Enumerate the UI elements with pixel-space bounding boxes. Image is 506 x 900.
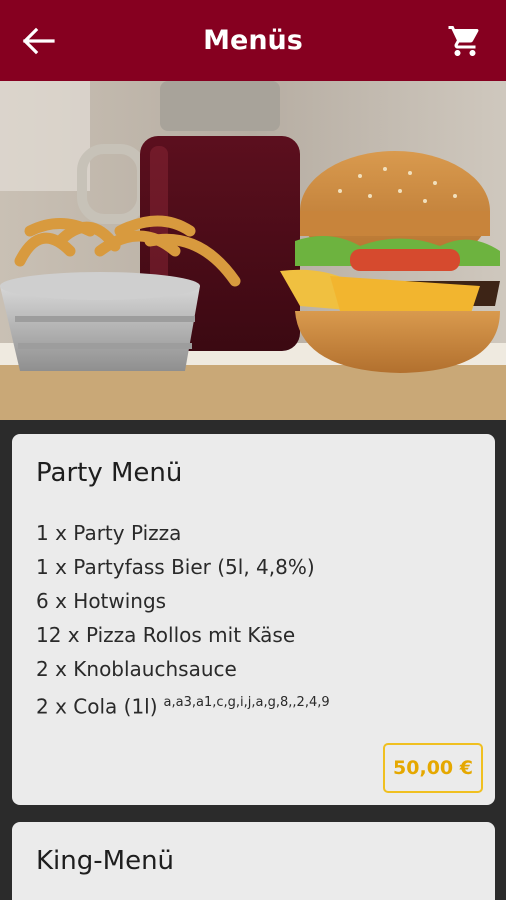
hero-image [0,81,506,420]
menu-items-list: 1 x Party Pizza 1 x Partyfass Bier (5l, … [36,516,330,720]
allergen-codes: a,a3,a1,c,g,i,j,a,g,8,,2,4,9 [163,695,330,710]
app-bar: Menüs [0,0,506,81]
price-button[interactable]: 50,00 € [383,743,483,793]
page-title: Menüs [203,25,303,56]
menu-item-text: 2 x Cola (1l) [36,694,158,719]
shopping-cart-icon [448,26,479,56]
menu-name: King-Menü [36,846,175,876]
back-button[interactable] [18,22,58,60]
menu-item: 2 x Cola (1l) a,a3,a1,c,g,i,j,a,g,8,,2,4,… [36,686,330,720]
burger-fries-drink-photo [0,81,506,420]
arrow-left-icon [22,27,55,55]
menu-list: Party Menü 1 x Party Pizza 1 x Partyfass… [0,420,506,900]
menu-item-text: 12 x Pizza Rollos mit Käse [36,623,296,647]
menu-item-text: 6 x Hotwings [36,589,167,613]
menu-item-text: 2 x Knoblauchsauce [36,657,237,681]
menu-item: 1 x Partyfass Bier (5l, 4,8%) [36,550,330,584]
menu-name: Party Menü [36,458,183,488]
menu-item: 12 x Pizza Rollos mit Käse [36,618,330,652]
menu-item: 2 x Knoblauchsauce [36,652,330,686]
menu-item-text: 1 x Party Pizza [36,521,182,545]
menu-card[interactable]: King-Menü [12,822,495,900]
menu-item: 1 x Party Pizza [36,516,330,550]
menu-item-text: 1 x Partyfass Bier (5l, 4,8%) [36,555,315,579]
menu-item: 6 x Hotwings [36,584,330,618]
cart-button[interactable] [444,20,486,62]
menu-card[interactable]: Party Menü 1 x Party Pizza 1 x Partyfass… [12,434,495,805]
